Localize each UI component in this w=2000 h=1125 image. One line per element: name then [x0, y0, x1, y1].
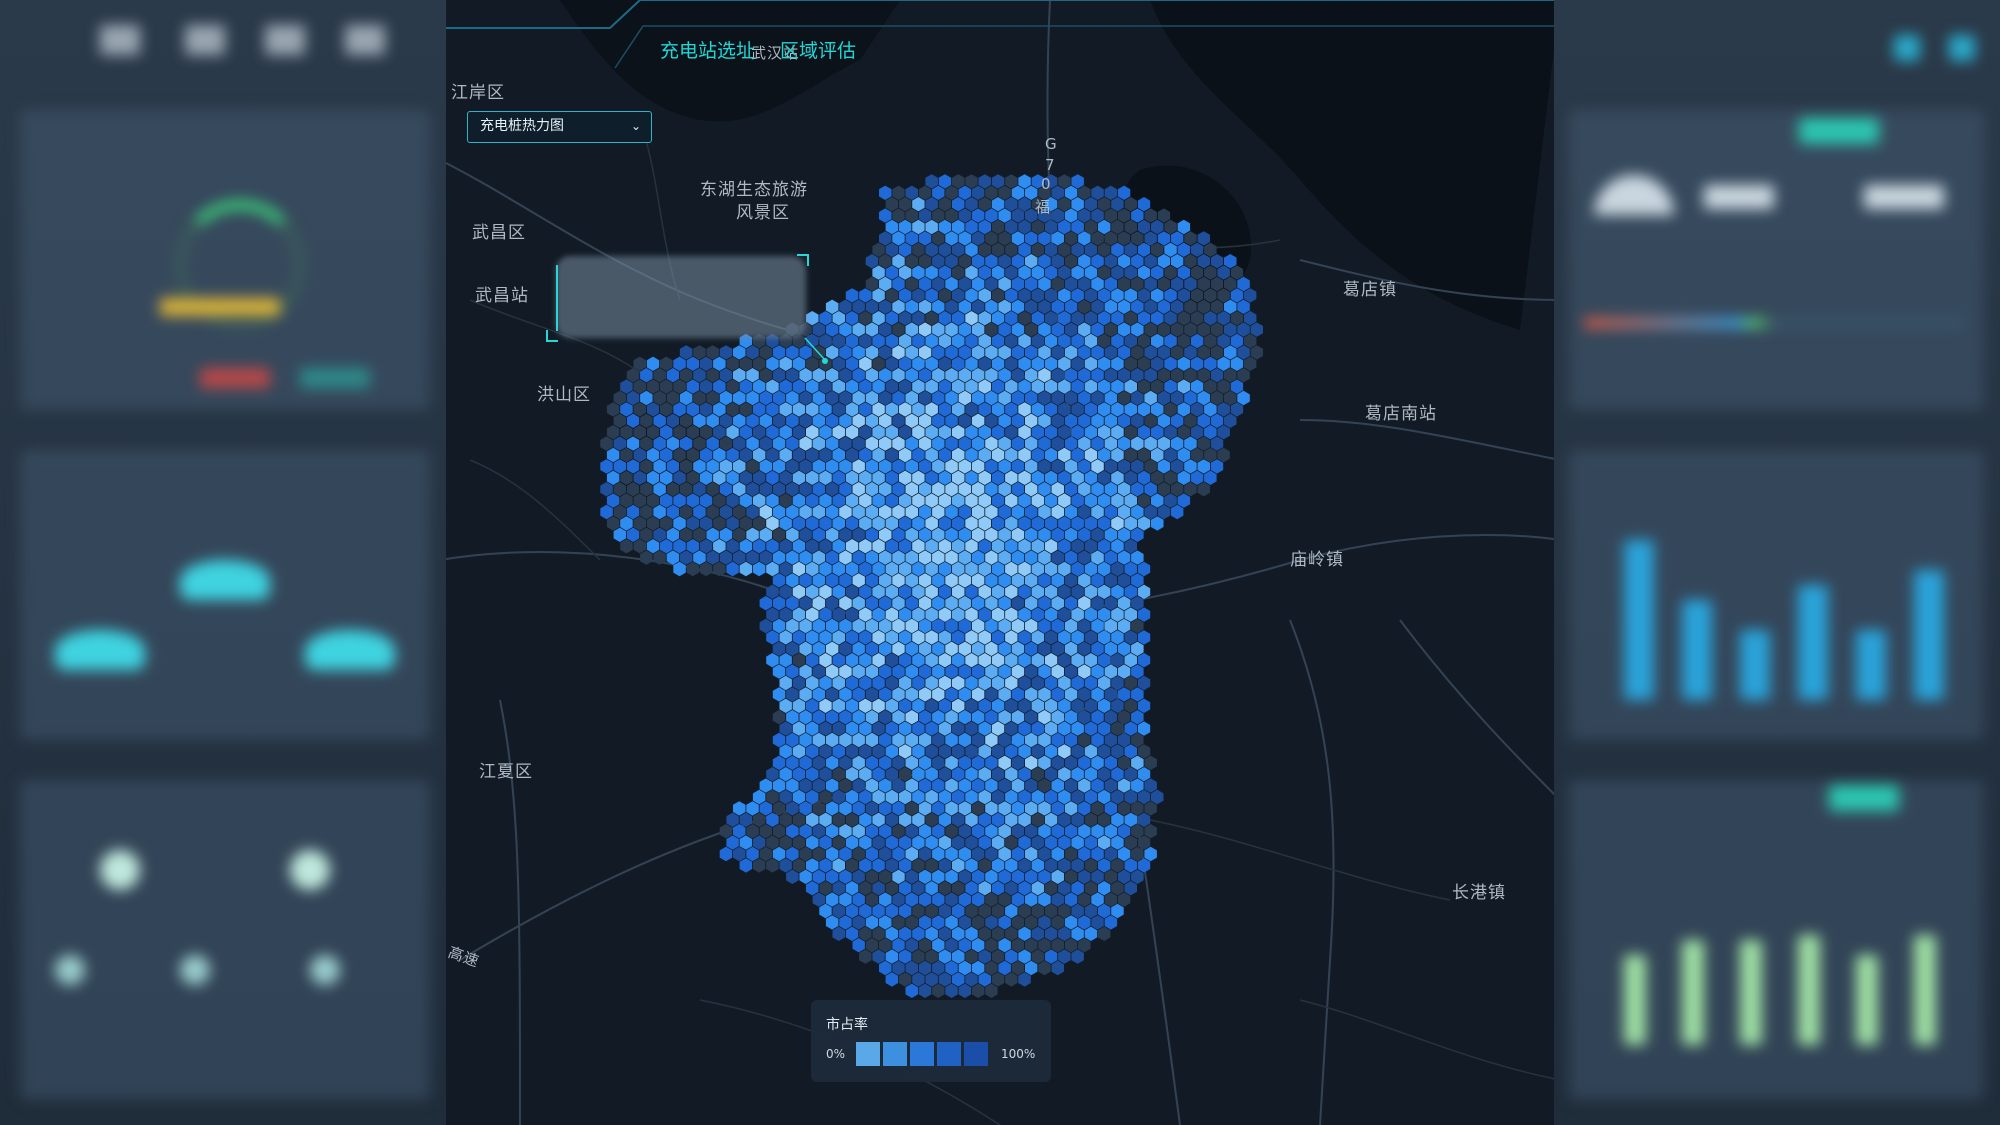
- bar: [1740, 630, 1770, 700]
- legend-swatch-2: [883, 1042, 907, 1066]
- pyramid-icon: [55, 630, 145, 670]
- toolbar-icon[interactable]: [1894, 35, 1920, 61]
- progress-bar: [1584, 318, 1964, 328]
- pyramid-icon: [305, 630, 395, 670]
- toggle-active[interactable]: [1829, 785, 1899, 811]
- place-label-jiangan: 江岸区: [451, 83, 505, 103]
- bar: [1740, 940, 1762, 1045]
- top-nav-item[interactable]: [265, 25, 305, 55]
- popup-anchor: [822, 358, 828, 364]
- bar: [1856, 630, 1886, 700]
- legend-swatch-3: [910, 1042, 934, 1066]
- place-label-hongshan: 洪山区: [537, 385, 591, 405]
- place-label-miaoling: 庙岭镇: [1290, 550, 1344, 570]
- bar: [1624, 955, 1646, 1045]
- bar: [1856, 955, 1878, 1045]
- bar: [1798, 585, 1828, 700]
- summary-card: [1569, 110, 1984, 410]
- popup-corner-bl: [546, 330, 558, 342]
- road-label-fu: 福: [1035, 198, 1052, 216]
- bar: [1624, 540, 1654, 700]
- right-side-panel[interactable]: [1554, 0, 2000, 1125]
- legend-swatch-1: [856, 1042, 880, 1066]
- stat-icon: [180, 955, 210, 985]
- place-label-donghu-1: 东湖生态旅游: [700, 180, 808, 200]
- legend-max-label: 100%: [1001, 1047, 1036, 1061]
- place-label-donghu-2: 风景区: [736, 203, 790, 223]
- tab-area-evaluation[interactable]: 区域评估: [780, 36, 856, 63]
- legend-swatch-5: [964, 1042, 988, 1066]
- place-label-changgang: 长港镇: [1452, 883, 1506, 903]
- top-nav-item[interactable]: [100, 25, 140, 55]
- kpi-value: [1704, 185, 1774, 209]
- info-popup[interactable]: [556, 256, 806, 338]
- road-label-g: G: [1045, 135, 1058, 153]
- status-chip: [300, 368, 370, 388]
- toggle-active[interactable]: [1799, 118, 1879, 144]
- legend-min-label: 0%: [826, 1047, 846, 1061]
- bar: [1914, 570, 1944, 700]
- layer-select[interactable]: 充电桩热力图 ⌄: [467, 111, 652, 143]
- top-nav-item[interactable]: [345, 25, 385, 55]
- road-label-0: 0: [1041, 175, 1052, 193]
- place-label-jiangxia: 江夏区: [479, 762, 533, 782]
- tab-site-selection[interactable]: 充电站选址: [660, 36, 755, 63]
- bar: [1914, 935, 1936, 1045]
- place-label-gedian-town: 葛店镇: [1343, 280, 1397, 300]
- legend-title: 市占率: [826, 1017, 868, 1033]
- bar: [1798, 935, 1820, 1045]
- stats-card: [20, 780, 430, 1100]
- market-share-legend: 市占率 0% 100%: [811, 1000, 1051, 1082]
- stat-icon: [55, 955, 85, 985]
- bar: [1682, 600, 1712, 700]
- top-nav-item[interactable]: [185, 25, 225, 55]
- bar: [1682, 940, 1704, 1045]
- popup-corner-tl: [556, 265, 568, 331]
- status-chip: [200, 368, 270, 388]
- place-label-wuchang-district: 武昌区: [472, 223, 526, 243]
- pyramid-icon: [180, 560, 270, 600]
- stat-icon: [290, 850, 330, 890]
- chevron-down-icon: ⌄: [630, 119, 641, 133]
- legend-swatch-4: [937, 1042, 961, 1066]
- layer-select-value: 充电桩热力图: [480, 118, 564, 134]
- left-side-panel[interactable]: [0, 0, 446, 1125]
- place-label-gedian-south: 葛店南站: [1365, 404, 1437, 424]
- stat-icon: [310, 955, 340, 985]
- kpi-value: [1864, 185, 1944, 209]
- toolbar-icon[interactable]: [1949, 35, 1975, 61]
- road-label-7: 7: [1045, 156, 1056, 174]
- place-label-wuchang-station: 武昌站: [475, 286, 529, 306]
- popup-corner-tr: [797, 254, 809, 266]
- header-tab-frame: [445, 0, 1555, 69]
- star-rating: [160, 298, 280, 316]
- stat-icon: [100, 850, 140, 890]
